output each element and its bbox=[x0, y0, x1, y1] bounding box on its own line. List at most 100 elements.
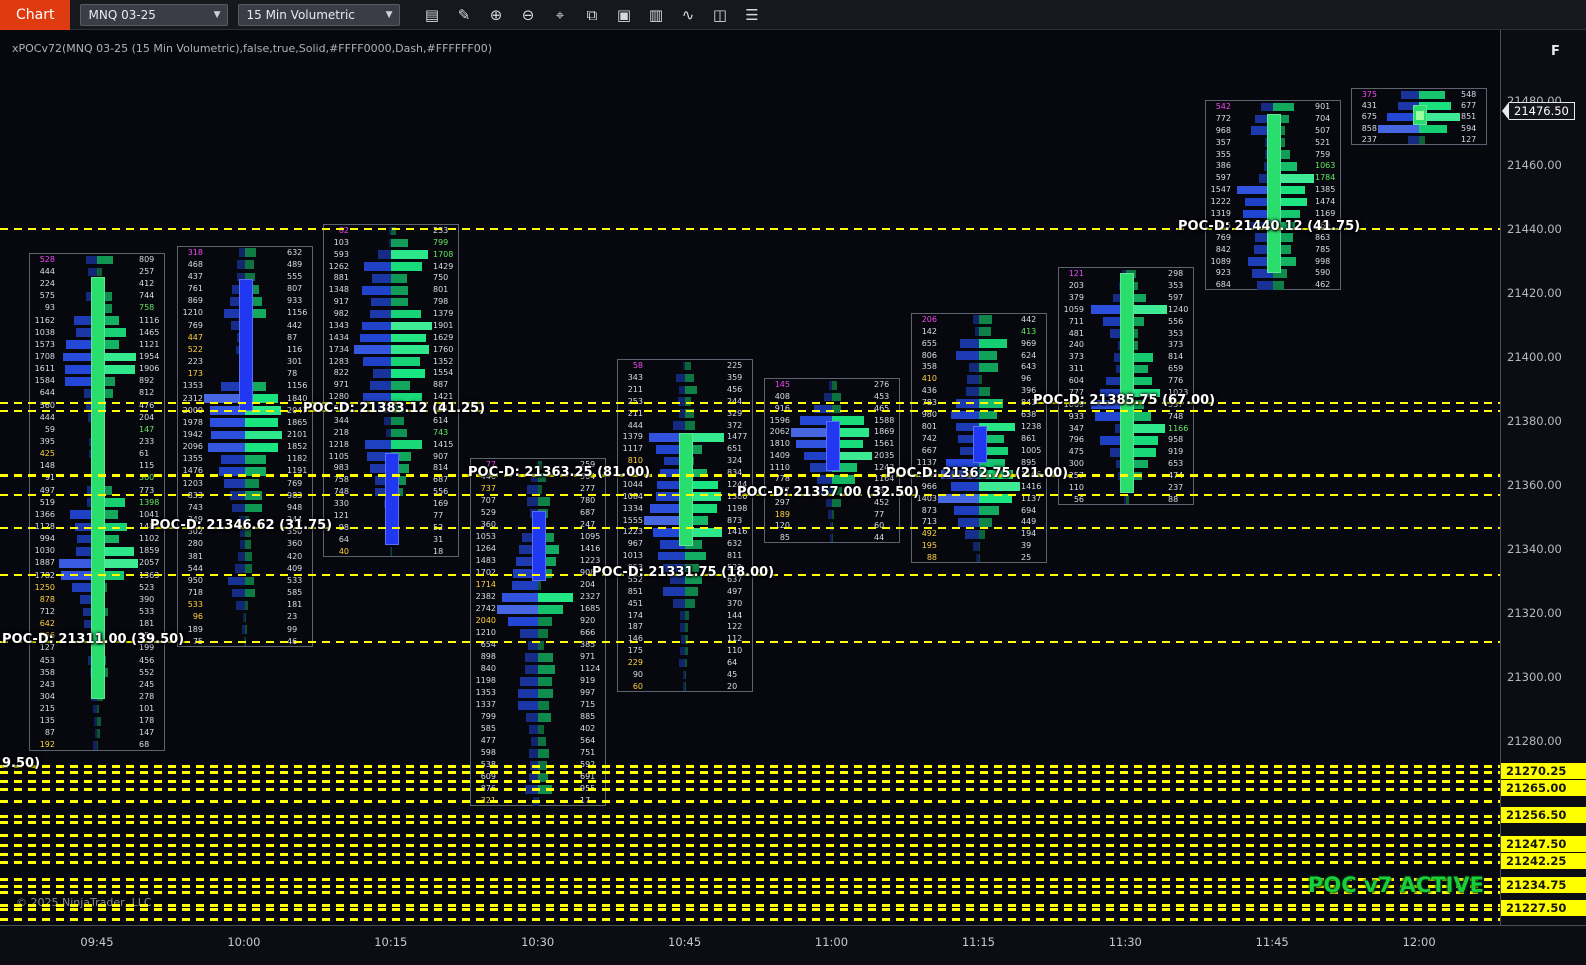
bid-bar bbox=[673, 421, 685, 430]
bid-bar bbox=[662, 587, 685, 597]
poc-label: POC-D: 21357.00 (32.50) bbox=[737, 484, 920, 500]
bid-volume: 311 bbox=[1068, 364, 1084, 374]
time-label: 11:45 bbox=[1255, 935, 1289, 949]
chart-canvas[interactable]: xPOCv72(MNQ 03-25 (15 Min Volumetric),fa… bbox=[0, 30, 1500, 925]
ask-volume: 743 bbox=[433, 427, 449, 437]
time-label: 10:45 bbox=[668, 935, 702, 949]
bid-bar-area bbox=[350, 427, 391, 439]
ask-volume: 1859 bbox=[139, 546, 160, 556]
zoom-out-icon[interactable]: ⊖ bbox=[514, 3, 541, 27]
ask-volume: 449 bbox=[1021, 517, 1037, 527]
ask-volume: 1901 bbox=[433, 320, 454, 330]
volume-row: 436 396 bbox=[912, 385, 1046, 397]
ask-volume: 901 bbox=[1315, 101, 1331, 111]
bid-bar-area bbox=[204, 623, 245, 635]
bid-bar-area bbox=[497, 663, 538, 675]
ask-bar bbox=[1273, 102, 1294, 112]
bid-volume: 529 bbox=[480, 508, 496, 518]
bid-volume: 761 bbox=[187, 284, 203, 294]
ask-bar-area bbox=[391, 261, 432, 273]
data-series-icon[interactable]: ▤ bbox=[418, 3, 445, 27]
ask-bar-area bbox=[979, 540, 1020, 552]
volume-row: 822 1554 bbox=[324, 368, 458, 380]
ask-volume: 1869 bbox=[874, 427, 895, 437]
ask-volume: 278 bbox=[139, 691, 155, 701]
bid-bar-area bbox=[56, 703, 97, 715]
bid-volume: 1053 bbox=[475, 532, 496, 542]
time-axis[interactable]: 09:45 10:00 10:15 10:30 10:45 11:00 11:15 11:30… bbox=[0, 925, 1586, 965]
volumetric-bar: 7725944050473727770778052968736024710531… bbox=[470, 458, 606, 807]
bar-type-icon[interactable]: ▥ bbox=[642, 3, 669, 27]
bid-volume: 192 bbox=[39, 740, 55, 750]
bid-bar-area bbox=[204, 490, 245, 502]
ask-bar bbox=[979, 506, 1000, 515]
time-label: 10:30 bbox=[521, 935, 555, 949]
bid-volume: 1210 bbox=[182, 308, 203, 318]
price-label: 21400.00 bbox=[1507, 350, 1562, 364]
bid-volume: 148 bbox=[39, 461, 55, 471]
poc-line bbox=[0, 860, 1500, 864]
poc-label: POC-D: 21383.12 (41.25) bbox=[303, 401, 486, 417]
poc-price-label: 21242.25 bbox=[1501, 852, 1586, 869]
volume-row: 1210 666 bbox=[471, 627, 605, 639]
bid-bar bbox=[502, 593, 538, 602]
panel-icon[interactable]: ▣ bbox=[610, 3, 637, 27]
poc-price-label: 21270.25 bbox=[1501, 763, 1586, 780]
bid-volume: 799 bbox=[480, 712, 496, 722]
poc-line bbox=[0, 401, 1500, 404]
ask-bar-area bbox=[245, 490, 286, 502]
bid-bar-area bbox=[644, 657, 685, 669]
bid-volume: 357 bbox=[1215, 137, 1231, 147]
bid-volume: 1319 bbox=[1210, 208, 1231, 218]
bid-volume: 240 bbox=[1068, 340, 1084, 350]
ask-volume: 2101 bbox=[287, 430, 308, 440]
indicator-icon[interactable]: ∿ bbox=[674, 3, 701, 27]
ask-volume: 1760 bbox=[433, 344, 454, 354]
chart-tab[interactable]: Chart bbox=[0, 0, 71, 30]
ask-volume: 687 bbox=[580, 508, 596, 518]
bid-volume: 468 bbox=[187, 259, 203, 269]
ask-volume: 245 bbox=[139, 679, 155, 689]
poc-line bbox=[0, 908, 1500, 911]
ask-bar-area bbox=[685, 645, 726, 657]
bid-volume: 758 bbox=[333, 475, 349, 485]
bid-bar bbox=[373, 369, 391, 378]
volume-row: 229 64 bbox=[618, 657, 752, 669]
poc-label: POC-D: 21331.75 (18.00) bbox=[592, 565, 775, 581]
price-arrow-icon bbox=[1502, 102, 1509, 121]
draw-icon[interactable]: ✎ bbox=[450, 3, 477, 27]
ask-volume: 181 bbox=[287, 600, 303, 610]
poc-price-label: 21265.00 bbox=[1501, 780, 1586, 796]
chart-trader-icon[interactable]: ◫ bbox=[706, 3, 733, 27]
ask-volume: 452 bbox=[874, 497, 890, 507]
bid-bar-area bbox=[204, 478, 245, 490]
bid-bar-area bbox=[791, 532, 832, 544]
bid-volume: 522 bbox=[187, 344, 203, 354]
bid-bar bbox=[1378, 124, 1419, 133]
crosshair-icon[interactable]: ⌖ bbox=[546, 3, 573, 27]
ask-volume: 324 bbox=[727, 456, 743, 466]
bid-volume: 358 bbox=[921, 362, 937, 372]
bid-volume: 1117 bbox=[622, 444, 643, 454]
bid-bar-area bbox=[497, 747, 538, 759]
instrument-selector[interactable]: MNQ 03-25 ▼ bbox=[80, 3, 229, 26]
ask-bar-area bbox=[1126, 494, 1167, 506]
ask-volume: 194 bbox=[1021, 529, 1037, 539]
ask-bar bbox=[538, 593, 573, 602]
bid-volume: 1210 bbox=[475, 628, 496, 638]
bid-volume: 950 bbox=[187, 575, 203, 585]
snapshot-icon[interactable]: ⧉ bbox=[578, 3, 605, 27]
zoom-in-icon[interactable]: ⊕ bbox=[482, 3, 509, 27]
bid-volume: 1059 bbox=[1063, 304, 1084, 314]
price-label: 21420.00 bbox=[1507, 286, 1562, 300]
ask-bar bbox=[979, 530, 985, 539]
bid-volume: 215 bbox=[39, 704, 55, 714]
ask-volume: 523 bbox=[139, 582, 155, 592]
properties-icon[interactable]: ☰ bbox=[738, 3, 765, 27]
volume-row: 1337 715 bbox=[471, 699, 605, 711]
ask-bar-area bbox=[391, 427, 432, 439]
bid-volume: 203 bbox=[1068, 281, 1084, 290]
bid-volume: 1264 bbox=[475, 544, 496, 554]
period-selector[interactable]: 15 Min Volumetric ▼ bbox=[238, 3, 401, 26]
price-axis[interactable]: F 21480.00 21460.00 21440.00 21420.00 21400.… bbox=[1500, 30, 1586, 925]
